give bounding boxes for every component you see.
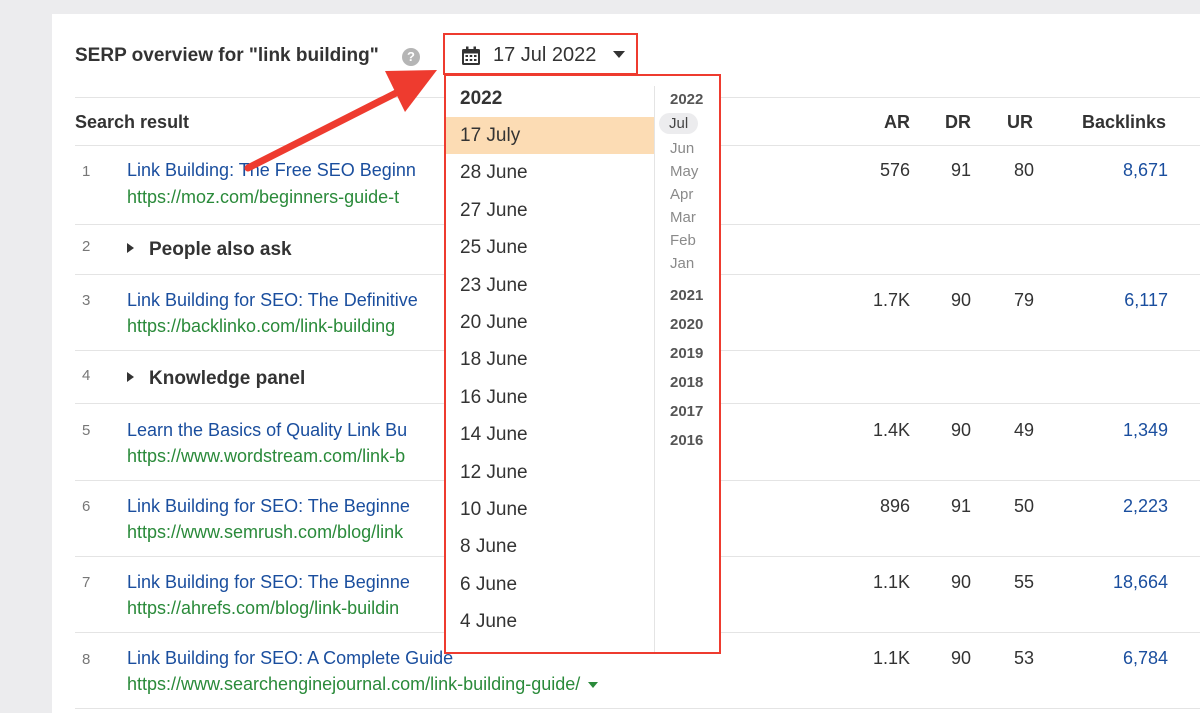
date-picker-button[interactable]: 17 Jul 2022 xyxy=(443,33,638,75)
result-url-link[interactable]: https://backlinko.com/link-building xyxy=(127,316,395,337)
date-option[interactable]: 18 June xyxy=(446,341,654,378)
date-option[interactable]: 28 June xyxy=(446,154,654,191)
ar-value: 1.7K xyxy=(872,290,910,310)
divider xyxy=(75,708,1200,709)
month-option-jul[interactable]: Jul xyxy=(659,113,699,134)
backlinks-value[interactable]: 8,671 xyxy=(1123,160,1168,181)
month-option-jun[interactable]: Jun xyxy=(670,140,694,157)
result-title-link[interactable]: Link Building for SEO: A Complete Guide xyxy=(127,648,453,669)
dr-value: 91 xyxy=(950,496,971,516)
result-url-text: https://www.searchenginejournal.com/link… xyxy=(127,674,581,694)
dr-value: 90 xyxy=(950,290,971,310)
feature-label: Knowledge panel xyxy=(149,368,306,389)
dr-value: 91 xyxy=(950,160,971,180)
month-option-may[interactable]: May xyxy=(670,163,698,180)
dr-value: 90 xyxy=(950,572,971,592)
row-number: 7 xyxy=(82,574,91,591)
result-title-link[interactable]: Link Building: The Free SEO Beginn xyxy=(127,160,416,181)
month-option-apr[interactable]: Apr xyxy=(670,186,693,203)
column-header-ur[interactable]: UR xyxy=(1007,112,1033,133)
feature-label: People also ask xyxy=(149,239,292,260)
chevron-down-icon[interactable] xyxy=(588,682,599,689)
column-header-search-result[interactable]: Search result xyxy=(75,112,189,133)
result-title-link[interactable]: Learn the Basics of Quality Link Bu xyxy=(127,420,407,441)
column-header-ar[interactable]: AR xyxy=(884,112,910,133)
caret-right-icon xyxy=(127,371,134,382)
ur-value: 80 xyxy=(1013,160,1034,180)
month-option-feb[interactable]: Feb xyxy=(670,232,696,249)
result-url-link[interactable]: https://www.semrush.com/blog/link xyxy=(127,522,403,543)
date-option[interactable]: 4 June xyxy=(446,603,654,640)
year-option-2021[interactable]: 2021 xyxy=(670,287,703,304)
result-url-link[interactable]: https://ahrefs.com/blog/link-buildin xyxy=(127,598,399,619)
date-option[interactable]: 8 June xyxy=(446,528,654,565)
ur-value: 79 xyxy=(1013,290,1034,310)
column-header-dr[interactable]: DR xyxy=(945,112,971,133)
date-option[interactable]: 17 July xyxy=(446,117,654,154)
result-url-link[interactable]: https://www.searchenginejournal.com/link… xyxy=(127,674,599,695)
row-number: 3 xyxy=(82,292,91,309)
result-title-link[interactable]: Link Building for SEO: The Beginne xyxy=(127,496,410,517)
year-option-2017[interactable]: 2017 xyxy=(670,403,703,420)
date-picker-label: 17 Jul 2022 xyxy=(493,44,597,66)
serp-feature-people-also-ask[interactable]: People also ask xyxy=(127,239,292,261)
backlinks-value[interactable]: 2,223 xyxy=(1123,496,1168,517)
row-number: 8 xyxy=(82,651,91,668)
result-title-link[interactable]: Link Building for SEO: The Beginne xyxy=(127,572,410,593)
date-option[interactable]: 10 June xyxy=(446,491,654,528)
row-number: 5 xyxy=(82,422,91,439)
page-title: SERP overview for "link building" xyxy=(75,45,379,66)
ar-value: 1.1K xyxy=(872,648,910,668)
ur-value: 49 xyxy=(1013,420,1034,440)
backlinks-value[interactable]: 6,117 xyxy=(1124,290,1168,311)
year-option-2019[interactable]: 2019 xyxy=(670,345,703,362)
ar-value: 1.1K xyxy=(872,572,910,592)
ur-value: 55 xyxy=(1013,572,1034,592)
year-option-2022[interactable]: 2022 xyxy=(670,91,703,108)
date-option[interactable]: 6 June xyxy=(446,566,654,603)
month-option-mar[interactable]: Mar xyxy=(670,209,696,226)
year-option-2016[interactable]: 2016 xyxy=(670,432,703,449)
date-option[interactable]: 23 June xyxy=(446,267,654,304)
column-divider xyxy=(654,86,655,652)
result-title-link[interactable]: Link Building for SEO: The Definitive xyxy=(127,290,418,311)
dropdown-year-heading: 2022 xyxy=(460,88,503,109)
backlinks-value[interactable]: 18,664 xyxy=(1113,572,1168,593)
backlinks-value[interactable]: 1,349 xyxy=(1123,420,1168,441)
ur-value: 50 xyxy=(1013,496,1034,516)
date-option[interactable]: 20 June xyxy=(446,304,654,341)
date-option[interactable]: 25 June xyxy=(446,229,654,266)
dr-value: 90 xyxy=(950,648,971,668)
date-option[interactable]: 12 June xyxy=(446,454,654,491)
date-option[interactable]: 14 June xyxy=(446,416,654,453)
chevron-down-icon xyxy=(613,51,625,58)
date-option[interactable]: 27 June xyxy=(446,192,654,229)
backlinks-value[interactable]: 6,784 xyxy=(1123,648,1168,669)
serp-feature-knowledge-panel[interactable]: Knowledge panel xyxy=(127,368,305,390)
column-header-backlinks[interactable]: Backlinks xyxy=(1082,112,1166,133)
row-number: 4 xyxy=(82,367,91,384)
date-dropdown: 2022 17 July 28 June 27 June 25 June 23 … xyxy=(444,74,721,654)
row-number: 6 xyxy=(82,498,91,515)
month-option-jan[interactable]: Jan xyxy=(670,255,694,272)
result-url-link[interactable]: https://moz.com/beginners-guide-t xyxy=(127,187,399,208)
date-option[interactable]: 16 June xyxy=(446,379,654,416)
row-number: 2 xyxy=(82,238,91,255)
dr-value: 90 xyxy=(950,420,971,440)
calendar-icon xyxy=(462,46,480,65)
year-option-2020[interactable]: 2020 xyxy=(670,316,703,333)
row-number: 1 xyxy=(82,163,91,180)
ur-value: 53 xyxy=(1013,648,1034,668)
ar-value: 896 xyxy=(879,496,910,516)
caret-right-icon xyxy=(127,242,134,253)
ar-value: 1.4K xyxy=(872,420,910,440)
year-option-2018[interactable]: 2018 xyxy=(670,374,703,391)
help-icon[interactable]: ? xyxy=(402,48,420,66)
ar-value: 576 xyxy=(879,160,910,180)
result-url-link[interactable]: https://www.wordstream.com/link-b xyxy=(127,446,405,467)
